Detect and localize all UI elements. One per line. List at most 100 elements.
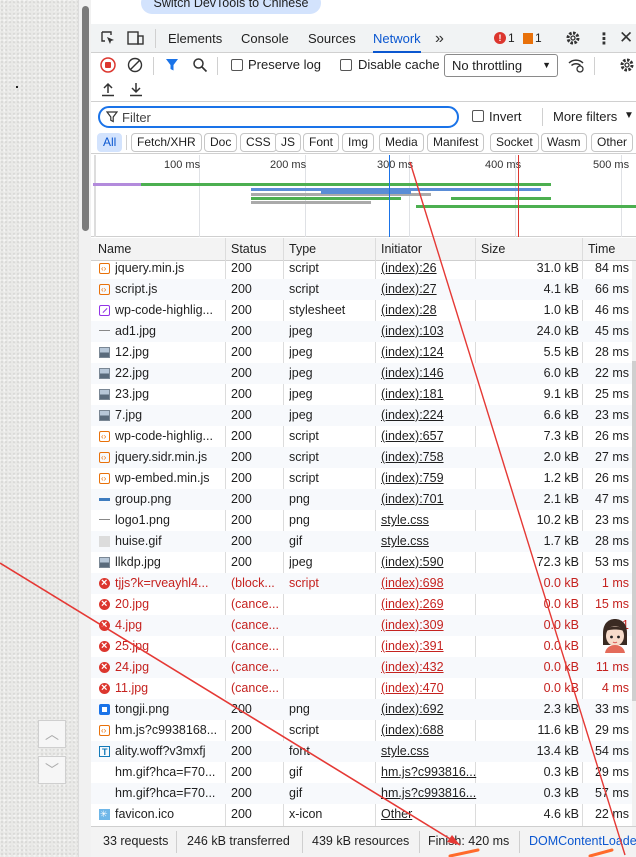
request-initiator[interactable]: style.css bbox=[381, 741, 479, 762]
type-filter-wasm[interactable]: Wasm bbox=[541, 133, 587, 152]
request-initiator[interactable]: (index):759 bbox=[381, 468, 479, 489]
request-initiator[interactable]: (index):657 bbox=[381, 426, 479, 447]
type-filter-socket[interactable]: Socket bbox=[490, 133, 539, 152]
request-row[interactable]: 11.jpg (cance... (index):470 0.0 kB 4 ms bbox=[91, 678, 636, 699]
request-row[interactable]: tjjs?k=rveayhl4... (block... script (index)… bbox=[91, 573, 636, 594]
request-initiator[interactable]: hm.js?c993816... bbox=[381, 762, 479, 783]
throttling-select[interactable]: No throttling ▼ bbox=[444, 54, 558, 77]
request-row[interactable]: 20.jpg (cance... (index):269 0.0 kB 15 ms bbox=[91, 594, 636, 615]
request-row[interactable]: wp-code-highlig... 200 stylesheet (index):2… bbox=[91, 300, 636, 321]
type-filter-fetch-xhr[interactable]: Fetch/XHR bbox=[131, 133, 202, 152]
request-initiator[interactable]: (index):181 bbox=[381, 384, 479, 405]
more-filters-caret-icon[interactable]: ▼ bbox=[624, 110, 634, 121]
request-initiator[interactable]: (index):224 bbox=[381, 405, 479, 426]
page-scrollbar-thumb[interactable] bbox=[82, 6, 89, 231]
more-tabs-icon[interactable]: » bbox=[435, 30, 444, 48]
scroll-down-button[interactable]: ﹀ bbox=[38, 756, 66, 784]
request-row[interactable]: script.js 200 script (index):27 4.1 kB 66 ms bbox=[91, 279, 636, 300]
request-initiator[interactable]: (index):146 bbox=[381, 363, 479, 384]
type-filter-manifest[interactable]: Manifest bbox=[427, 133, 485, 152]
request-row[interactable]: logo1.png 200 png style.css 10.2 kB 23 ms bbox=[91, 510, 636, 531]
request-row[interactable]: ad1.jpg 200 jpeg (index):103 24.0 kB 45 ms bbox=[91, 321, 636, 342]
request-row[interactable]: favicon.ico 200 x-icon Other 4.6 kB 22 ms bbox=[91, 804, 636, 825]
request-initiator[interactable]: (index):309 bbox=[381, 615, 479, 636]
request-row[interactable]: wp-embed.min.js 200 script (index):759 1.2 k… bbox=[91, 468, 636, 489]
request-row[interactable]: 7.jpg 200 jpeg (index):224 6.6 kB 23 ms bbox=[91, 405, 636, 426]
disable-cache-checkbox[interactable] bbox=[340, 59, 352, 71]
request-initiator[interactable]: (index):688 bbox=[381, 720, 479, 741]
request-initiator[interactable]: (index):590 bbox=[381, 552, 479, 573]
request-row[interactable]: ality.woff?v3mxfj 200 font style.css 13.4 kB… bbox=[91, 741, 636, 763]
tab-console[interactable]: Console bbox=[241, 24, 289, 53]
invert-label[interactable]: Invert bbox=[489, 109, 522, 124]
switch-language-banner[interactable]: Switch DevTools to Chinese bbox=[141, 0, 321, 14]
type-filter-other[interactable]: Other bbox=[591, 133, 634, 152]
request-initiator[interactable]: (index):432 bbox=[381, 657, 479, 678]
request-row[interactable]: 25.jpg (cance... (index):391 0.0 kB bbox=[91, 636, 636, 657]
table-scrollbar[interactable] bbox=[632, 261, 636, 826]
request-initiator[interactable]: (index):470 bbox=[381, 678, 479, 699]
request-row[interactable]: 24.jpg (cance... (index):432 0.0 kB 11 ms bbox=[91, 657, 636, 678]
request-initiator[interactable]: style.css bbox=[381, 531, 479, 552]
request-initiator[interactable]: Other bbox=[381, 804, 479, 825]
request-initiator[interactable]: (index):692 bbox=[381, 699, 479, 720]
assistant-avatar[interactable] bbox=[599, 617, 631, 653]
scroll-up-button[interactable]: ︿ bbox=[38, 720, 66, 748]
request-initiator[interactable]: style.css bbox=[381, 510, 479, 531]
request-row[interactable]: llkdp.jpg 200 jpeg (index):590 72.3 kB 53 ms bbox=[91, 552, 636, 573]
type-filter-css[interactable]: CSS bbox=[240, 133, 277, 152]
error-count-badge[interactable]: ! 1 bbox=[494, 31, 515, 45]
request-initiator[interactable]: (index):269 bbox=[381, 594, 479, 615]
request-row[interactable]: tongji.png 200 png (index):692 2.3 kB 33 ms bbox=[91, 699, 636, 720]
type-filter-img[interactable]: Img bbox=[342, 133, 375, 152]
request-initiator[interactable]: hm.js?c993816... bbox=[381, 783, 479, 804]
request-initiator[interactable]: (index):701 bbox=[381, 489, 479, 510]
close-icon[interactable]: ✕ bbox=[619, 28, 633, 48]
request-initiator[interactable]: (index):698 bbox=[381, 573, 479, 594]
search-icon[interactable] bbox=[192, 57, 208, 73]
request-row[interactable]: hm.gif?hca=F70... 200 gif hm.js?c993816... 0… bbox=[91, 783, 636, 804]
request-initiator[interactable]: (index):26 bbox=[381, 258, 479, 279]
request-initiator[interactable]: (index):27 bbox=[381, 279, 479, 300]
request-row[interactable]: hm.gif?hca=F70... 200 gif hm.js?c993816... 0… bbox=[91, 762, 636, 783]
filter-input[interactable] bbox=[122, 109, 442, 125]
request-initiator[interactable]: (index):28 bbox=[381, 300, 479, 321]
warning-count-badge[interactable]: 1 bbox=[523, 31, 542, 45]
import-har-icon[interactable] bbox=[101, 82, 115, 97]
device-toggle-icon[interactable] bbox=[127, 31, 144, 46]
request-row[interactable]: 4.jpg(cance...(index):3090.0 kB1 bbox=[91, 615, 636, 636]
request-row[interactable]: huise.gif 200 gif style.css 1.7 kB 28 ms bbox=[91, 531, 636, 552]
request-row[interactable]: jquery.sidr.min.js 200 script (index):758 2.… bbox=[91, 447, 636, 468]
request-row[interactable]: hm.js?c9938168... 200 script (index):688 11.… bbox=[91, 720, 636, 741]
request-initiator[interactable]: (index):758 bbox=[381, 447, 479, 468]
type-filter-js[interactable]: JS bbox=[275, 133, 302, 152]
request-row[interactable]: 12.jpg 200 jpeg (index):124 5.5 kB 28 ms bbox=[91, 342, 636, 363]
network-settings-gear-icon[interactable] bbox=[619, 57, 635, 73]
record-stop-icon[interactable] bbox=[100, 57, 116, 73]
overview-window-handle[interactable] bbox=[94, 155, 96, 237]
filter-field[interactable] bbox=[98, 106, 459, 128]
request-initiator[interactable]: (index):103 bbox=[381, 321, 479, 342]
table-scrollbar-thumb[interactable] bbox=[632, 361, 636, 701]
network-overview[interactable]: 100 ms 200 ms 300 ms 400 ms 500 ms bbox=[91, 155, 636, 237]
request-initiator[interactable]: (index):391 bbox=[381, 636, 479, 657]
request-row[interactable]: wp-code-highlig... 200 script (index):657 7.… bbox=[91, 426, 636, 447]
request-row[interactable]: 23.jpg 200 jpeg (index):181 9.1 kB 25 ms bbox=[91, 384, 636, 405]
request-row[interactable]: 22.jpg 200 jpeg (index):146 6.0 kB 22 ms bbox=[91, 363, 636, 384]
network-conditions-icon[interactable] bbox=[567, 56, 585, 74]
request-row[interactable]: jquery.min.js 200 script (index):26 31.0 kB 8… bbox=[91, 258, 636, 279]
settings-gear-icon[interactable] bbox=[565, 30, 581, 46]
request-row[interactable]: group.png 200 png (index):701 2.1 kB 47 ms bbox=[91, 489, 636, 510]
type-filter-media[interactable]: Media bbox=[379, 133, 424, 152]
kebab-menu-icon[interactable]: ⋮ bbox=[596, 29, 612, 49]
disable-cache-label[interactable]: Disable cache bbox=[358, 57, 440, 72]
export-har-icon[interactable] bbox=[129, 82, 143, 97]
page-scrollbar[interactable] bbox=[78, 0, 91, 857]
tab-sources[interactable]: Sources bbox=[308, 24, 356, 53]
invert-checkbox[interactable] bbox=[472, 110, 484, 122]
tab-network[interactable]: Network bbox=[373, 24, 421, 53]
type-filter-font[interactable]: Font bbox=[303, 133, 340, 152]
preserve-log-label[interactable]: Preserve log bbox=[248, 57, 321, 72]
type-filter-all[interactable]: All bbox=[97, 133, 123, 152]
tab-elements[interactable]: Elements bbox=[168, 24, 222, 53]
